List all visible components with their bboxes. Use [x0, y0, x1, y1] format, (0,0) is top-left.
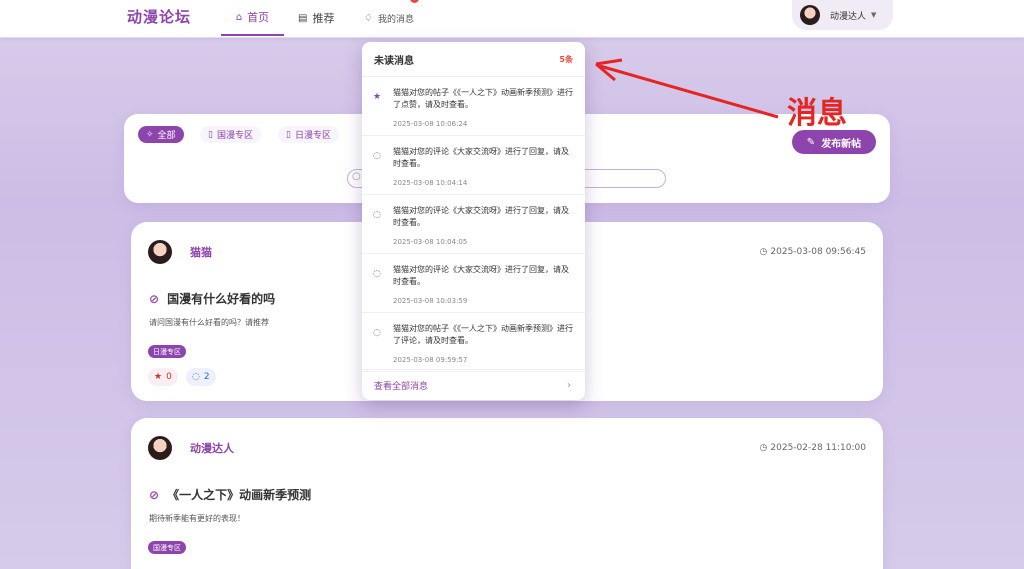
arrow-line: [599, 64, 779, 119]
paperclip-icon: ⊘: [149, 291, 160, 306]
chevron-right-icon: ›: [567, 379, 571, 391]
notification-time: 2025-03-08 10:06:24: [393, 120, 468, 128]
clock-icon: ◷: [759, 247, 768, 257]
post-description: 期待新季能有更好的表现！: [149, 514, 245, 523]
search-icon: ○: [352, 171, 361, 182]
tab-all-label: 全部: [157, 131, 176, 141]
post-tag[interactable]: 日漫专区: [148, 345, 186, 358]
user-menu[interactable]: 动漫达人 ▼: [792, 0, 893, 30]
view-all-link[interactable]: 查看全部消息: [374, 379, 428, 392]
bookmark-icon: ▯: [286, 129, 291, 140]
nav-home[interactable]: ⌂ 首页: [221, 0, 284, 36]
notification-title: 未读消息: [374, 55, 414, 67]
notification-item[interactable]: ◌ 猫猫对您的评论《大家交流呀》进行了回复，请及时查看。 2025-03-08 …: [362, 136, 585, 195]
like-count[interactable]: ★ 0: [148, 368, 178, 386]
bell-icon: ♢: [364, 12, 373, 24]
post-author[interactable]: 猫猫: [190, 244, 212, 260]
star-icon: ★: [154, 372, 163, 382]
notification-item[interactable]: ◌ 猫猫对您的帖子《《一人之下》动画新季预测》进行了评论，请及时查看。 2025…: [362, 313, 585, 372]
author-avatar[interactable]: [148, 436, 172, 460]
notification-dropdown: 未读消息 5条 ★ 猫猫对您的帖子《《一人之下》动画新季预测》进行了点赞，请及时…: [362, 42, 585, 400]
post-card[interactable]: 动漫达人 ◷ 2025-02-28 11:10:00 ⊘ 《一人之下》动画新季预测…: [131, 418, 883, 569]
nav-my-messages-label: 我的消息: [377, 14, 414, 25]
home-icon: ⌂: [235, 11, 243, 23]
post-title[interactable]: ⊘ 国漫有什么好看的吗: [149, 290, 275, 307]
comment-icon: ◌: [373, 328, 381, 338]
post-time: ◷ 2025-03-08 09:56:45: [760, 247, 866, 257]
comment-count-value: 2: [203, 372, 210, 382]
new-post-label: 发布新帖: [821, 138, 862, 150]
caret-down-icon: ▼: [871, 11, 877, 19]
annotation-label: 消息: [787, 96, 847, 131]
author-avatar[interactable]: [148, 240, 172, 264]
view-all-messages[interactable]: 查看全部消息 ›: [362, 369, 585, 400]
tab-all[interactable]: ✧ 全部: [138, 126, 184, 143]
post-header: 猫猫: [148, 240, 212, 264]
post-time-text: 2025-02-28 11:10:00: [770, 443, 866, 453]
like-count-value: 0: [166, 372, 172, 382]
notification-time: 2025-03-08 10:04:05: [393, 238, 468, 246]
post-title-text: 国漫有什么好看的吗: [167, 292, 276, 306]
post-author[interactable]: 动漫达人: [190, 440, 234, 456]
paperclip-icon: ⊘: [149, 487, 160, 502]
notification-text: 猫猫对您的评论《大家交流呀》进行了回复，请及时查看。: [393, 147, 569, 168]
notification-time: 2025-03-08 10:04:14: [393, 179, 468, 187]
clock-icon: ◷: [759, 443, 768, 453]
comment-icon: ◌: [373, 269, 381, 279]
comment-count[interactable]: ◌ 2: [186, 368, 216, 386]
post-time: ◷ 2025-02-28 11:10:00: [760, 443, 866, 453]
briefcase-icon: ▤: [298, 12, 308, 24]
notification-count: 5条: [559, 54, 573, 64]
tab-guoman[interactable]: ▯ 国漫专区: [200, 126, 261, 143]
tab-guoman-label: 国漫专区: [216, 131, 253, 141]
notification-item[interactable]: ◌ 猫猫对您的评论《大家交流呀》进行了回复，请及时查看。 2025-03-08 …: [362, 254, 585, 313]
nav-recommend[interactable]: ▤ 推荐: [298, 0, 334, 36]
arrow-head: [595, 58, 623, 82]
user-name: 动漫达人: [830, 11, 867, 22]
bookmark-icon: ▯: [208, 129, 213, 140]
nav-recommend-label: 推荐: [312, 12, 335, 25]
new-post-button[interactable]: ✎ 发布新帖: [792, 130, 876, 154]
nav-my-messages[interactable]: ♢ 我的消息: [364, 0, 414, 36]
post-header: 动漫达人: [148, 436, 234, 460]
comment-icon: ◌: [373, 151, 381, 161]
notification-text: 猫猫对您的帖子《《一人之下》动画新季预测》进行了评论，请及时查看。: [393, 324, 573, 345]
post-tag[interactable]: 国漫专区: [148, 541, 186, 554]
notification-header: 未读消息 5条: [362, 42, 585, 77]
post-description: 请问国漫有什么好看的吗？请推荐: [149, 318, 269, 327]
notification-text: 猫猫对您的评论《大家交流呀》进行了回复，请及时查看。: [393, 206, 569, 227]
nav-home-label: 首页: [247, 11, 270, 24]
post-time-text: 2025-03-08 09:56:45: [770, 247, 866, 257]
pencil-icon: ✎: [806, 136, 816, 148]
magic-icon: ✧: [146, 129, 154, 140]
comment-icon: ◌: [373, 210, 381, 220]
star-icon: ★: [373, 92, 382, 102]
tab-riman-label: 日漫专区: [294, 131, 331, 141]
notification-item[interactable]: ★ 猫猫对您的帖子《《一人之下》动画新季预测》进行了点赞，请及时查看。 2025…: [362, 77, 585, 136]
top-navbar: 动漫论坛 ⌂ 首页 ▤ 推荐 ♢ 我的消息 动漫达人 ▼: [0, 0, 1024, 38]
notification-text: 猫猫对您的帖子《《一人之下》动画新季预测》进行了点赞，请及时查看。: [393, 88, 573, 109]
post-title-text: 《一人之下》动画新季预测: [167, 488, 312, 502]
notification-text: 猫猫对您的评论《大家交流呀》进行了回复，请及时查看。: [393, 265, 569, 286]
user-avatar: [800, 5, 820, 25]
notification-time: 2025-03-08 09:59:57: [393, 356, 468, 364]
site-logo[interactable]: 动漫论坛: [127, 6, 191, 27]
tab-riman[interactable]: ▯ 日漫专区: [278, 126, 339, 143]
notification-item[interactable]: ◌ 猫猫对您的评论《大家交流呀》进行了回复，请及时查看。 2025-03-08 …: [362, 195, 585, 254]
notification-time: 2025-03-08 10:03:59: [393, 297, 468, 305]
post-title[interactable]: ⊘ 《一人之下》动画新季预测: [149, 486, 311, 503]
comment-icon: ◌: [192, 372, 200, 382]
